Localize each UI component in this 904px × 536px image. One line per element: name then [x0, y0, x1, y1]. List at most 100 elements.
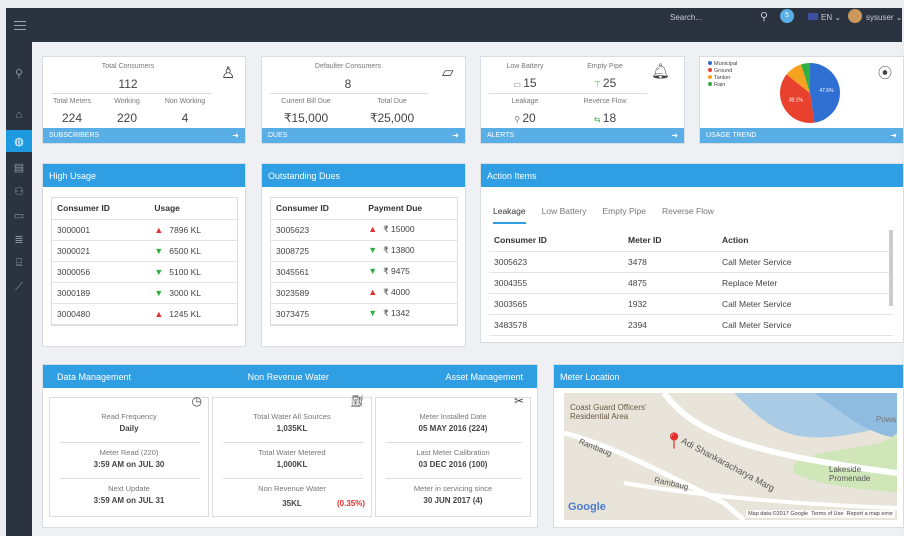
action-items-panel: Action Items Leakage Low Battery Empty Pip… [480, 163, 904, 343]
table-row[interactable]: 3045561 ▼ ₹ 9475 [271, 261, 457, 283]
map[interactable]: Coast Guard Officers' Residential Area A… [564, 393, 897, 520]
col-header: Consumer ID [271, 198, 364, 220]
arrow-circle-icon[interactable]: ➜ [890, 131, 897, 140]
usage-pie-chart: 47.6% 38.1% [780, 63, 840, 124]
users-icon[interactable]: ⚇ [6, 180, 32, 202]
globe-icon[interactable]: ◍ [6, 130, 32, 152]
servicing-label: Meter in servicing since [413, 484, 493, 493]
footer-label: USAGE TREND [706, 132, 757, 139]
pipe-icon: ⊤ [593, 80, 603, 89]
legend-dot [708, 61, 712, 65]
table-row[interactable]: 3073475 ▼ ₹ 1342 [271, 303, 457, 325]
table-row[interactable]: 3000001 ▲ 7896 KL [52, 219, 237, 241]
consumer-id: 3004355 [489, 272, 623, 294]
user-menu[interactable]: sysuser ⌄ [866, 13, 903, 22]
road-label: Powa [876, 415, 897, 424]
bank-icon[interactable]: ⌸ [6, 252, 32, 274]
empty-pipe-label: Empty Pipe [587, 63, 623, 70]
arrow-circle-icon[interactable]: ➜ [671, 131, 678, 140]
consumer-id: 3000021 [52, 240, 150, 262]
table-row[interactable]: 3483578 2394 Call Meter Service [489, 314, 893, 336]
avatar[interactable] [848, 9, 862, 23]
table-row[interactable]: 3005623 3478 Call Meter Service [489, 251, 893, 273]
sidebar: ⚲ ⌂ ◍ ▤ ⚇ ▭ ≣ ⌸ ⟋ [6, 42, 32, 536]
panel-title: Action Items [481, 164, 903, 187]
tap-icon: ⛽︎ [349, 394, 365, 408]
user-icon: ♙ [221, 65, 236, 82]
subscribers-footer[interactable]: SUBSCRIBERS ➜ [43, 128, 245, 143]
table-row[interactable]: 3000021 ▼ 6500 KL [52, 240, 237, 262]
calibration-value: 03 DEC 2016 (100) [418, 460, 488, 469]
total-due-value: ₹25,000 [369, 111, 415, 125]
low-battery-label: Low Battery [506, 63, 544, 70]
dues-footer[interactable]: DUES ➜ [262, 128, 465, 143]
arrow-down-icon: ▼ [154, 266, 164, 277]
scrollbar[interactable] [889, 230, 893, 306]
arrow-circle-icon[interactable]: ➜ [452, 131, 459, 140]
tab-low-battery[interactable]: Low Battery [542, 206, 587, 224]
table-row[interactable]: 3004355 4875 Replace Meter [489, 272, 893, 294]
report-link[interactable]: Report a map error [847, 511, 893, 517]
panel-title: Outstanding Dues [262, 164, 465, 187]
table-row[interactable]: 3000189 ▼ 3000 KL [52, 282, 237, 304]
table-row[interactable]: 3000056 ▼ 5100 KL [52, 261, 237, 283]
tab-reverse-flow[interactable]: Reverse Flow [662, 206, 714, 224]
reverse-icon: ⇆ [593, 115, 603, 124]
working-value: 220 [116, 111, 138, 125]
total-meters-value: 224 [61, 111, 83, 125]
arrow-down-icon: ▼ [368, 266, 378, 276]
divider [386, 442, 522, 443]
notification-icon[interactable]: 5 [780, 9, 794, 23]
usage-trend-footer[interactable]: USAGE TREND ➜ [700, 128, 903, 143]
search-input[interactable]: Search... [670, 13, 770, 22]
arrow-down-icon: ▼ [154, 287, 164, 298]
folder-icon[interactable]: ▭ [6, 204, 32, 226]
current-due-value: ₹15,000 [283, 111, 329, 125]
footer-label: SUBSCRIBERS [49, 132, 100, 139]
chart-icon[interactable]: ⟋ [6, 276, 32, 298]
menu-icon[interactable] [14, 21, 26, 30]
meter-id: 2394 [623, 314, 717, 336]
divider [489, 93, 647, 94]
data-management-title: Data Management [57, 372, 132, 382]
search-icon[interactable]: ⚲ [6, 62, 32, 84]
language-selector[interactable]: EN ⌄ [808, 13, 841, 22]
consumer-id: 3000480 [52, 303, 150, 325]
consumer-id: 3000189 [52, 282, 150, 304]
footer-label: DUES [268, 132, 288, 139]
pie-label: 38.1% [789, 97, 804, 103]
divider [223, 442, 363, 443]
panel-title: High Usage [43, 164, 245, 187]
asset-box: ✂ Meter Installed Date 05 MAY 2016 (224) … [375, 394, 531, 517]
table-row[interactable]: 3023589 ▲ ₹ 4000 [271, 282, 457, 304]
installed-value: 05 MAY 2016 (224) [418, 424, 488, 433]
table-row[interactable]: 3008725 ▼ ₹ 13800 [271, 240, 457, 262]
non-working-label: Non Working [164, 98, 206, 105]
nrw-percent: (0.35%) [336, 499, 365, 508]
table-row[interactable]: 3000480 ▲ 1245 KL [52, 303, 237, 325]
table-row[interactable]: 3003565 1932 Call Meter Service [489, 293, 893, 315]
subscribers-card: Total Consumers 112 ♙ Total Meters 224 W… [42, 56, 246, 144]
search-icon[interactable]: ⚲ [760, 10, 768, 23]
meter-read-label: Meter Read (220) [99, 448, 159, 457]
leakage-label: Leakage [511, 98, 539, 105]
usage-cell: ▲ 7896 KL [149, 219, 237, 241]
arrow-up-icon: ▲ [154, 224, 164, 235]
map-marker-icon[interactable]: 📍︎ [664, 431, 684, 451]
next-update-label: Next Update [108, 484, 150, 493]
database-icon[interactable]: ≣ [6, 228, 32, 250]
terms-link[interactable]: Terms of Use [811, 511, 843, 517]
alerts-footer[interactable]: ALERTS ➜ [481, 128, 684, 143]
home-icon[interactable]: ⌂ [6, 104, 32, 126]
arrow-down-icon: ▼ [368, 245, 378, 255]
consumer-id: 3000001 [52, 219, 150, 241]
arrow-circle-icon[interactable]: ➜ [232, 131, 239, 140]
table-row[interactable]: 3005623 ▲ ₹ 15000 [271, 219, 457, 241]
meter-location-panel: Meter Location Coast Guard Officers' Res… [553, 364, 904, 528]
tab-empty-pipe[interactable]: Empty Pipe [603, 206, 646, 224]
document-icon[interactable]: ▤ [6, 156, 32, 178]
management-header: Data Management Non Revenue Water Asset … [43, 365, 537, 388]
alerts-card: Low Battery ▭ 15 Empty Pipe ⊤ 25 🔔︎ Leak… [480, 56, 685, 144]
usage-legend: Municipal Ground Tanker Rain [708, 61, 737, 89]
tab-leakage[interactable]: Leakage [493, 206, 526, 224]
